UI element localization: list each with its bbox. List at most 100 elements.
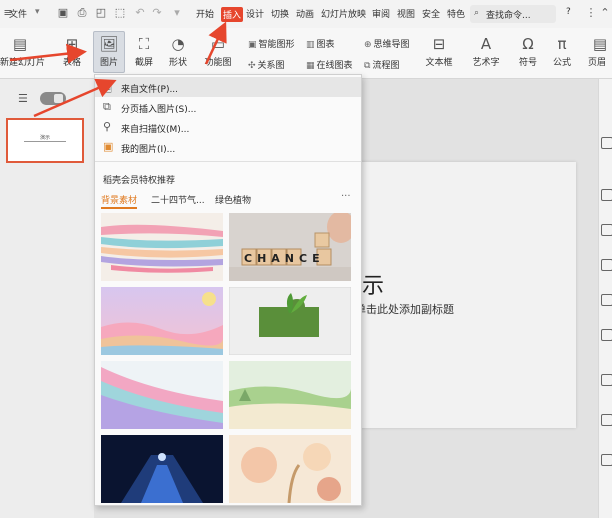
export-icon[interactable]: ⬚ (113, 6, 127, 20)
thumbnail-subtitle-line (24, 141, 66, 142)
menu-divider (95, 161, 361, 162)
save-icon[interactable]: ▣ (56, 6, 70, 20)
tool-icon-9[interactable] (601, 454, 612, 466)
table-button[interactable]: ⊞ 表格 (58, 35, 86, 68)
picture-button[interactable]: 🖼 图片 (93, 31, 125, 73)
picture-icon: 🖼 (99, 35, 119, 53)
peach-flowers-image (229, 435, 351, 503)
wordart-icon: A (480, 35, 492, 53)
ribbon-toolbar: ▤ 新建幻灯片 ⊞ 表格 🖼 图片 ⛶ 截屏 ◔ 形状 ▭ 功能图 ▣ 智能图形 … (0, 28, 612, 79)
tool-icon-4[interactable] (601, 259, 612, 271)
image-thumbnail[interactable] (101, 435, 223, 503)
category-tab-green-plants[interactable]: 绿色植物 (215, 193, 251, 206)
slide-thumbnail[interactable]: 演示 (6, 118, 84, 163)
shape-label: 形状 (168, 58, 187, 68)
category-tab-background[interactable]: 背景素材 (101, 193, 137, 206)
search-icon: ⌕ (474, 8, 480, 18)
screenshot-button[interactable]: ⛶ 截屏 (130, 35, 158, 68)
outline-view-icon[interactable]: ☰ (18, 92, 28, 105)
new-slide-button[interactable]: ▤ 新建幻灯片 (0, 35, 45, 68)
search-box[interactable]: ⌕ 查找命令... (470, 5, 556, 23)
file-dropdown-icon[interactable]: ▾ (35, 7, 40, 17)
print-icon[interactable]: ⎙ (75, 6, 89, 20)
pastel-waves-image (101, 361, 223, 429)
header-footer-label: 页眉 (588, 58, 607, 68)
tool-icon-1[interactable] (601, 137, 612, 149)
image-thumbnail[interactable] (229, 435, 351, 503)
tab-insert[interactable]: 插入 (221, 7, 244, 22)
tab-transition[interactable]: 切换 (271, 7, 289, 20)
view-toggle[interactable] (40, 92, 66, 105)
tool-icon-8[interactable] (601, 414, 612, 426)
tab-review[interactable]: 审阅 (372, 7, 390, 20)
my-pictures-icon: ▣ (103, 140, 114, 153)
tab-home[interactable]: 开始 (196, 7, 214, 20)
menu-item-paged-insert-label: 分页插入图片(S)... (121, 105, 197, 115)
green-hills-image (229, 361, 351, 429)
screenshot-label: 截屏 (134, 58, 153, 68)
menu-bar: ≡ 文件 ▾ ▣ ⎙ ◰ ⬚ ↶ ↷ ▾ 开始 插入 设计 切换 动画 幻灯片放… (0, 0, 612, 29)
tab-slideshow[interactable]: 幻灯片放映 (321, 7, 366, 20)
more-dropdown-icon[interactable]: ▾ (170, 6, 184, 20)
chance-blocks-image: CHANCE (229, 213, 351, 281)
header-footer-icon: ▤ (592, 35, 608, 53)
image-thumbnail[interactable] (101, 213, 223, 281)
omega-icon: Ω (522, 35, 534, 53)
textbox-button[interactable]: ⊟ 文本框 (422, 35, 456, 68)
online-chart-button[interactable]: ▦ 在线图表 (306, 58, 353, 71)
tool-icon-2[interactable] (601, 189, 612, 201)
smart-graphic-button[interactable]: ▣ 智能图形 (248, 37, 295, 50)
help-icon[interactable]: ? (566, 7, 571, 17)
picture-dropdown-menu: 🖻 来自文件(P)... ⧉ 分页插入图片(S)... ⚲ 来自扫描仪(M)..… (94, 74, 362, 506)
slide-subtitle[interactable]: 单击此处添加副标题 (355, 301, 454, 317)
menu-item-my-pictures[interactable]: ▣ 我的图片(I)... (95, 137, 361, 157)
puzzle-plant-image (229, 287, 351, 355)
function-chart-icon: ▭ (210, 35, 226, 53)
category-tab-solar-terms[interactable]: 二十四节气... (151, 193, 205, 206)
undo-icon[interactable]: ↶ (133, 6, 147, 20)
image-thumbnail[interactable] (101, 361, 223, 429)
table-label: 表格 (62, 58, 81, 68)
header-footer-button[interactable]: ▤ 页眉 (588, 35, 612, 68)
print-preview-icon[interactable]: ◰ (94, 6, 108, 20)
more-categories-icon[interactable]: ··· (341, 191, 351, 202)
symbol-label: 符号 (518, 58, 537, 68)
tool-icon-3[interactable] (601, 224, 612, 236)
tool-icon-6[interactable] (601, 329, 612, 341)
toggle-knob (54, 94, 63, 103)
menu-item-from-file[interactable]: 🖻 来自文件(P)... (95, 77, 361, 97)
tab-security[interactable]: 安全 (422, 7, 440, 20)
wordart-label: 艺术字 (472, 58, 500, 68)
mind-map-icon: ⊕ (364, 40, 372, 50)
tab-view[interactable]: 视图 (397, 7, 415, 20)
thumbnail-title: 演示 (39, 135, 50, 141)
collapse-ribbon-icon[interactable]: ⌃ (598, 6, 612, 20)
image-thumbnail[interactable] (101, 287, 223, 355)
shape-button[interactable]: ◔ 形状 (164, 35, 192, 68)
mind-map-button[interactable]: ⊕ 思维导图 (364, 37, 410, 50)
function-chart-button[interactable]: ▭ 功能图 (200, 35, 236, 68)
image-thumbnail[interactable] (229, 361, 351, 429)
image-thumbnail[interactable]: CHANCE (229, 213, 351, 281)
formula-button[interactable]: π 公式 (548, 35, 576, 68)
tab-features[interactable]: 特色 (447, 7, 465, 20)
menu-item-scanner[interactable]: ⚲ 来自扫描仪(M)... (95, 117, 361, 137)
wordart-button[interactable]: A 艺术字 (468, 35, 504, 68)
symbol-button[interactable]: Ω 符号 (514, 35, 542, 68)
redo-icon[interactable]: ↷ (150, 6, 164, 20)
menu-item-paged-insert[interactable]: ⧉ 分页插入图片(S)... (95, 97, 361, 117)
flowchart-button[interactable]: ⧉ 流程图 (364, 58, 399, 71)
menu-item-from-file-label: 来自文件(P)... (121, 85, 179, 95)
tool-icon-5[interactable] (601, 294, 612, 306)
pi-icon: π (557, 35, 567, 53)
tab-design[interactable]: 设计 (246, 7, 264, 20)
tool-icon-7[interactable] (601, 374, 612, 386)
menu-file[interactable]: 文件 (9, 7, 27, 20)
pink-landscape-image (101, 287, 223, 355)
collapse-icon[interactable]: ⋮ (584, 6, 598, 20)
relation-map-button[interactable]: ✣ 关系图 (248, 58, 285, 71)
tab-animation[interactable]: 动画 (296, 7, 314, 20)
mind-map-label: 思维导图 (373, 40, 410, 50)
image-thumbnail[interactable] (229, 287, 351, 355)
chart-button[interactable]: ▥ 图表 (306, 37, 335, 50)
